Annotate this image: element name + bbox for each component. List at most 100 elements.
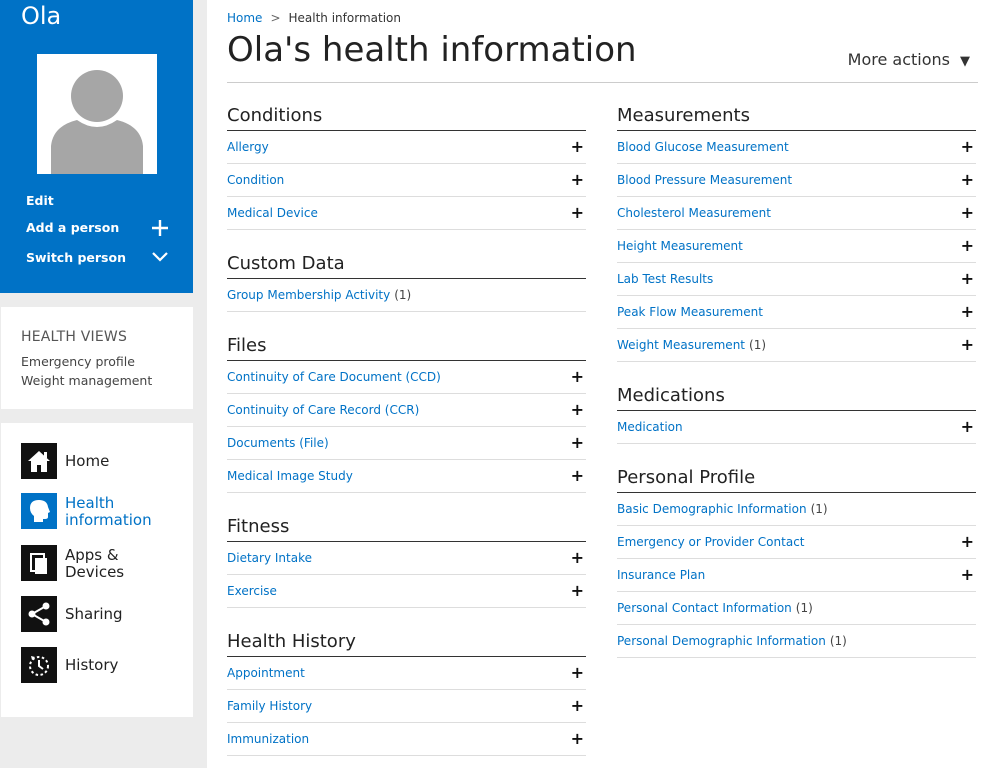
more-actions-label: More actions xyxy=(847,50,950,69)
list-item: Medical Image Study + xyxy=(227,460,586,493)
nav-item-home[interactable]: Home xyxy=(21,443,191,483)
breadcrumb-home-link[interactable]: Home xyxy=(227,11,262,25)
add-icon[interactable]: + xyxy=(961,263,974,295)
item-link-medical-device[interactable]: Medical Device xyxy=(227,206,318,220)
item-link-blood-pressure-measurement[interactable]: Blood Pressure Measurement xyxy=(617,173,792,187)
list-item: Personal Demographic Information (1) xyxy=(617,625,976,658)
health-view-emergency-profile[interactable]: Emergency profile xyxy=(21,354,135,369)
item-link-exercise[interactable]: Exercise xyxy=(227,584,277,598)
nav-label-health-information: Health information xyxy=(65,494,152,529)
section-measurements: Measurements Blood Glucose Measurement + Bl… xyxy=(617,102,976,362)
item-link-immunization[interactable]: Immunization xyxy=(227,732,309,746)
add-icon[interactable]: + xyxy=(961,230,974,262)
add-icon[interactable]: + xyxy=(571,575,584,607)
list-item: Exercise + xyxy=(227,575,586,608)
add-icon[interactable]: + xyxy=(571,131,584,163)
nav-item-history[interactable]: History xyxy=(21,647,191,687)
item-link-emergency-or-provider-contact[interactable]: Emergency or Provider Contact xyxy=(617,535,805,549)
item-link-documents-file[interactable]: Documents (File) xyxy=(227,436,329,450)
avatar[interactable] xyxy=(37,54,157,174)
add-icon[interactable]: + xyxy=(571,542,584,574)
item-link-continuity-of-care-document-ccd[interactable]: Continuity of Care Document (CCD) xyxy=(227,370,441,384)
item-link-dietary-intake[interactable]: Dietary Intake xyxy=(227,551,312,565)
item-link-personal-contact-information[interactable]: Personal Contact Information xyxy=(617,601,792,615)
breadcrumb-current: Health information xyxy=(288,11,401,25)
section-title: Personal Profile xyxy=(617,464,976,493)
chevron-down-icon[interactable] xyxy=(151,250,169,268)
add-icon[interactable]: + xyxy=(961,131,974,163)
item-link-height-measurement[interactable]: Height Measurement xyxy=(617,239,743,253)
list-item: Continuity of Care Record (CCR) + xyxy=(227,394,586,427)
list-item: Condition + xyxy=(227,164,586,197)
health-view-weight-management[interactable]: Weight management xyxy=(21,373,152,388)
add-icon[interactable]: + xyxy=(571,427,584,459)
add-icon[interactable]: + xyxy=(571,723,584,755)
section-conditions: Conditions Allergy + Condition + Medical Devi… xyxy=(227,102,586,230)
add-icon[interactable]: + xyxy=(961,329,974,361)
item-count: (1) xyxy=(810,502,828,516)
item-link-continuity-of-care-record-ccr[interactable]: Continuity of Care Record (CCR) xyxy=(227,403,419,417)
item-link-condition[interactable]: Condition xyxy=(227,173,284,187)
item-link-allergy[interactable]: Allergy xyxy=(227,140,269,154)
item-link-insurance-plan[interactable]: Insurance Plan xyxy=(617,568,705,582)
item-link-cholesterol-measurement[interactable]: Cholesterol Measurement xyxy=(617,206,771,220)
section-title: Medications xyxy=(617,382,976,411)
list-item: Immunization + xyxy=(227,723,586,756)
add-icon[interactable]: + xyxy=(571,690,584,722)
list-item: Personal Contact Information (1) xyxy=(617,592,976,625)
head-profile-icon xyxy=(21,493,57,529)
item-link-peak-flow-measurement[interactable]: Peak Flow Measurement xyxy=(617,305,763,319)
item-link-family-history[interactable]: Family History xyxy=(227,699,312,713)
item-link-blood-glucose-measurement[interactable]: Blood Glucose Measurement xyxy=(617,140,789,154)
item-link-personal-demographic-information[interactable]: Personal Demographic Information xyxy=(617,634,826,648)
switch-person-link[interactable]: Switch person xyxy=(26,250,126,265)
page-title: Ola's health information xyxy=(227,30,637,70)
add-icon[interactable]: + xyxy=(961,411,974,443)
list-item: Group Membership Activity (1) xyxy=(227,279,586,312)
section-title: Custom Data xyxy=(227,250,586,279)
add-person-link[interactable]: Add a person xyxy=(26,220,119,235)
item-link-weight-measurement[interactable]: Weight Measurement xyxy=(617,338,745,352)
plus-icon[interactable] xyxy=(151,219,169,241)
health-views-header: HEALTH VIEWS xyxy=(21,329,128,345)
nav-item-sharing[interactable]: Sharing xyxy=(21,596,191,636)
item-link-lab-test-results[interactable]: Lab Test Results xyxy=(617,272,713,286)
list-item: Blood Glucose Measurement + xyxy=(617,131,976,164)
nav-item-apps-devices[interactable]: Apps & Devices xyxy=(21,545,191,585)
left-column: Conditions Allergy + Condition + Medical Devi… xyxy=(227,102,586,756)
list-item: Insurance Plan + xyxy=(617,559,976,592)
section-fitness: Fitness Dietary Intake + Exercise + xyxy=(227,513,586,608)
item-count: (1) xyxy=(829,634,847,648)
item-count: (1) xyxy=(795,601,813,615)
main-content: Home > Health information Ola's health inf… xyxy=(207,0,998,768)
add-icon[interactable]: + xyxy=(571,361,584,393)
list-item: Weight Measurement (1) + xyxy=(617,329,976,362)
section-custom-data: Custom Data Group Membership Activity (1) xyxy=(227,250,586,312)
list-item: Lab Test Results + xyxy=(617,263,976,296)
add-icon[interactable]: + xyxy=(961,296,974,328)
item-link-medical-image-study[interactable]: Medical Image Study xyxy=(227,469,353,483)
add-icon[interactable]: + xyxy=(571,394,584,426)
item-link-group-membership-activity[interactable]: Group Membership Activity xyxy=(227,288,390,302)
nav-label-apps-devices: Apps & Devices xyxy=(65,546,125,581)
nav-item-health-information[interactable]: Health information xyxy=(21,493,191,533)
list-item: Medical Device + xyxy=(227,197,586,230)
add-icon[interactable]: + xyxy=(571,164,584,196)
add-icon[interactable]: + xyxy=(961,559,974,591)
list-item: Blood Pressure Measurement + xyxy=(617,164,976,197)
item-link-medication[interactable]: Medication xyxy=(617,420,683,434)
add-icon[interactable]: + xyxy=(961,164,974,196)
section-title: Measurements xyxy=(617,102,976,131)
title-divider xyxy=(227,82,978,83)
add-icon[interactable]: + xyxy=(961,197,974,229)
nav-label-history: History xyxy=(65,656,119,674)
item-link-basic-demographic-information[interactable]: Basic Demographic Information xyxy=(617,502,807,516)
edit-link[interactable]: Edit xyxy=(26,193,54,208)
add-icon[interactable]: + xyxy=(571,197,584,229)
breadcrumb: Home > Health information xyxy=(227,11,401,25)
add-icon[interactable]: + xyxy=(961,526,974,558)
item-link-appointment[interactable]: Appointment xyxy=(227,666,305,680)
more-actions-button[interactable]: More actions ▼ xyxy=(848,50,970,69)
add-icon[interactable]: + xyxy=(571,460,584,492)
add-icon[interactable]: + xyxy=(571,657,584,689)
